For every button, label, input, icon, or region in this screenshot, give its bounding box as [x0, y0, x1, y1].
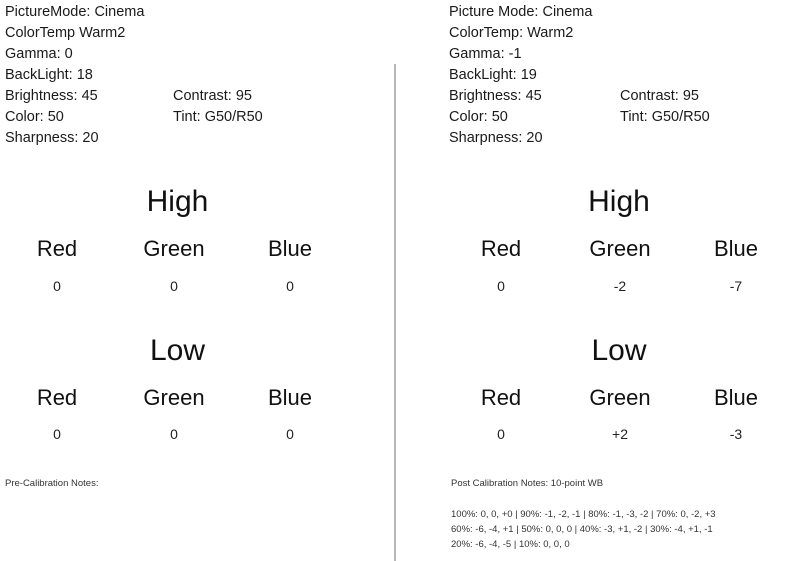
post-calibration-notes-title: Post Calibration Notes: 10-point WB [451, 478, 604, 489]
low-blue-value: -3 [729, 426, 743, 442]
low-red-label: Red [480, 385, 522, 410]
picture-settings: PictureMode: Cinema ColorTemp Warm2 Gamm… [5, 2, 263, 149]
pre-calibration-notes-title: Pre-Calibration Notes: [5, 478, 99, 489]
sharpness-setting: Sharpness: 20 [449, 130, 543, 146]
low-green-label: Green [589, 385, 651, 410]
tint-setting: Tint: G50/R50 [173, 109, 263, 125]
brightness-contrast-row: Brightness: 45 Contrast: 95 [449, 86, 699, 107]
high-section-title: High [588, 185, 650, 218]
wb-notes-line: 20%: -6, -4, -5 | 10%: 0, 0, 0 [451, 539, 570, 550]
low-red-value: 0 [497, 426, 505, 442]
high-blue-value: 0 [286, 278, 294, 294]
high-red-label: Red [36, 236, 78, 261]
low-green-label: Green [143, 385, 205, 410]
color-setting: Color: 50 [5, 109, 64, 125]
low-green-value: +2 [612, 426, 628, 442]
low-green-value: 0 [170, 426, 178, 442]
picture-settings: Picture Mode: Cinema ColorTemp: Warm2 Ga… [449, 2, 710, 149]
low-red-label: Red [36, 385, 78, 410]
high-red-label: Red [480, 236, 522, 261]
wb-notes-line: 100%: 0, 0, +0 | 90%: -1, -2, -1 | 80%: … [451, 509, 716, 520]
low-blue-value: 0 [286, 426, 294, 442]
low-section-title: Low [591, 334, 647, 367]
backlight-setting: BackLight: 18 [5, 67, 93, 83]
pre-calibration-panel: PictureMode: Cinema ColorTemp Warm2 Gamm… [0, 0, 395, 561]
brightness-setting: Brightness: 45 [5, 88, 98, 104]
high-green-value: 0 [170, 278, 178, 294]
low-red-value: 0 [53, 426, 61, 442]
color-temp-setting: ColorTemp: Warm2 [449, 25, 574, 41]
gamma-setting: Gamma: -1 [449, 46, 522, 62]
backlight-setting: BackLight: 19 [449, 67, 537, 83]
color-tint-row: Color: 50 Tint: G50/R50 [449, 107, 710, 128]
contrast-setting: Contrast: 95 [173, 88, 252, 104]
panel-divider [394, 64, 396, 561]
low-blue-label: Blue [713, 385, 759, 410]
picture-mode-setting: Picture Mode: Cinema [449, 4, 593, 20]
color-setting: Color: 50 [449, 109, 508, 125]
color-tint-row: Color: 50 Tint: G50/R50 [5, 107, 263, 128]
brightness-contrast-row: Brightness: 45 Contrast: 95 [5, 86, 252, 107]
high-blue-label: Blue [713, 236, 759, 261]
gamma-setting: Gamma: 0 [5, 46, 73, 62]
tint-setting: Tint: G50/R50 [620, 109, 710, 125]
contrast-setting: Contrast: 95 [620, 88, 699, 104]
color-temp-setting: ColorTemp Warm2 [5, 25, 126, 41]
high-red-value: 0 [53, 278, 61, 294]
low-blue-label: Blue [267, 385, 313, 410]
high-blue-label: Blue [267, 236, 313, 261]
post-calibration-panel: Picture Mode: Cinema ColorTemp: Warm2 Ga… [446, 0, 792, 561]
low-section-title: Low [149, 334, 206, 367]
sharpness-setting: Sharpness: 20 [5, 130, 99, 146]
picture-mode-setting: PictureMode: Cinema [5, 4, 145, 20]
high-green-label: Green [143, 236, 205, 261]
wb-notes-line: 60%: -6, -4, +1 | 50%: 0, 0, 0 | 40%: -3… [451, 524, 713, 535]
brightness-setting: Brightness: 45 [449, 88, 542, 104]
high-green-label: Green [589, 236, 651, 261]
high-green-value: -2 [613, 278, 627, 294]
high-section-title: High [146, 185, 209, 218]
high-blue-value: -7 [729, 278, 743, 294]
high-red-value: 0 [497, 278, 505, 294]
